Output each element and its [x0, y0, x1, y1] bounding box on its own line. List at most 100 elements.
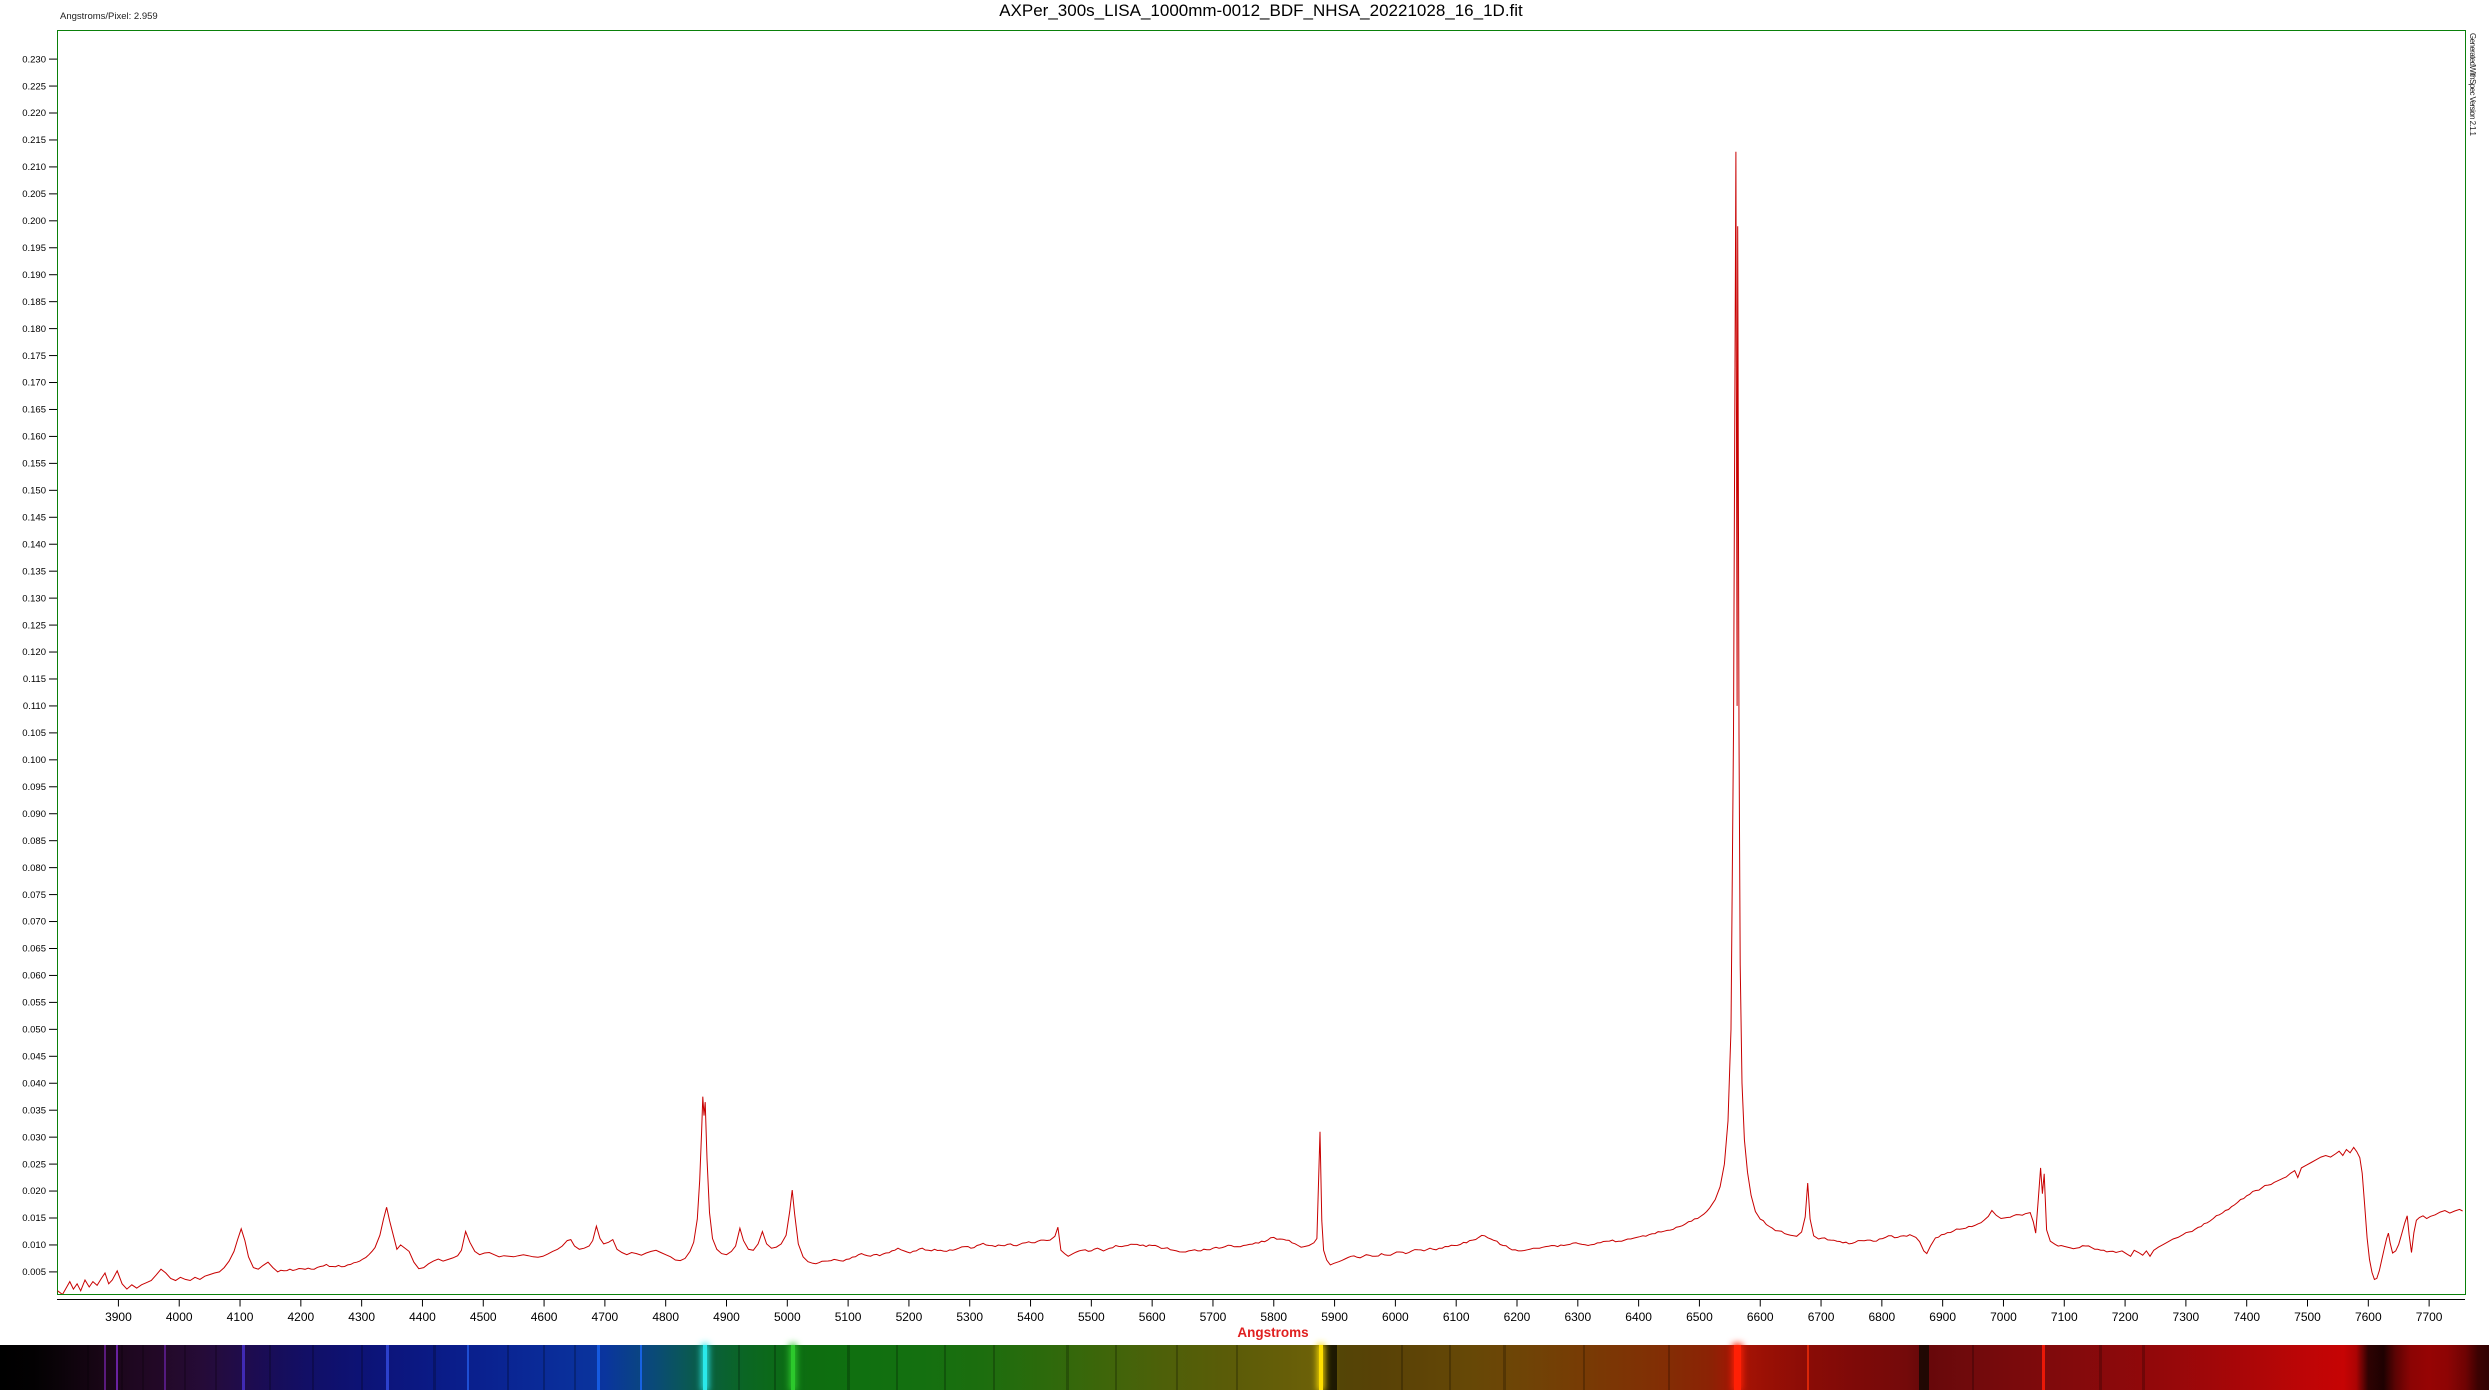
spectrum-path: [58, 152, 2463, 1295]
y-tick-label: 0.185: [22, 297, 46, 308]
x-tick-label: 6800: [1868, 1310, 1895, 1324]
x-tick-label: 4100: [227, 1310, 254, 1324]
colorbar-absorption-line: [1972, 1345, 1974, 1390]
colorbar-emission-line: [467, 1345, 469, 1390]
y-tick-label: 0.220: [22, 108, 46, 119]
x-axis-title: Angstroms: [1173, 1325, 1373, 1340]
x-tick-label: 7300: [2173, 1310, 2200, 1324]
y-tick-label: 0.040: [22, 1078, 46, 1089]
colorbar-absorption-line: [121, 1345, 123, 1390]
colorbar-absorption-line: [774, 1345, 776, 1390]
x-tick-label: 5900: [1321, 1310, 1348, 1324]
y-tick-label: 0.095: [22, 782, 46, 793]
colorbar-absorption-line: [361, 1345, 363, 1390]
x-tick-label: 5800: [1260, 1310, 1287, 1324]
colorbar-absorption-line: [2142, 1345, 2145, 1390]
y-tick-label: 0.060: [22, 971, 46, 982]
colorbar-absorption-line: [1401, 1345, 1403, 1390]
x-tick-label: 6400: [1625, 1310, 1652, 1324]
x-tick-label: 6200: [1504, 1310, 1531, 1324]
colorbar-absorption-line: [993, 1345, 995, 1390]
x-tick-label: 5200: [896, 1310, 923, 1324]
y-tick-label: 0.065: [22, 944, 46, 955]
y-tick-label: 0.170: [22, 378, 46, 389]
y-tick-label: 0.130: [22, 593, 46, 604]
y-tick-label: 0.195: [22, 243, 46, 254]
colorbar-emission-line: [1807, 1345, 1809, 1390]
x-tick-label: 7000: [1990, 1310, 2017, 1324]
colorbar-absorption-line: [2099, 1345, 2102, 1390]
x-tick-label: 4500: [470, 1310, 497, 1324]
colorbar-absorption-line: [1236, 1345, 1238, 1390]
x-tick-label: 6500: [1686, 1310, 1713, 1324]
y-tick-label: 0.230: [22, 54, 46, 65]
y-tick-label: 0.200: [22, 216, 46, 227]
y-tick-label: 0.140: [22, 539, 46, 550]
x-tick-label: 5500: [1078, 1310, 1105, 1324]
y-tick-label: 0.215: [22, 135, 46, 146]
x-tick-label: 5400: [1017, 1310, 1044, 1324]
y-tick-label: 0.070: [22, 917, 46, 928]
x-tick-label: 7700: [2416, 1310, 2443, 1324]
x-tick-label: 4900: [713, 1310, 740, 1324]
colorbar-absorption-line: [1323, 1345, 1337, 1390]
y-tick-label: 0.135: [22, 566, 46, 577]
colorbar-absorption-line: [944, 1345, 946, 1390]
colorbar-absorption-line: [269, 1345, 271, 1390]
y-tick-label: 0.150: [22, 486, 46, 497]
y-tick-label: 0.160: [22, 432, 46, 443]
y-tick-label: 0.145: [22, 512, 46, 523]
x-tick-label: 6100: [1443, 1310, 1470, 1324]
y-tick-label: 0.225: [22, 81, 46, 92]
y-tick-label: 0.125: [22, 620, 46, 631]
colorbar-absorption-line: [1668, 1345, 1670, 1390]
y-tick-label: 0.100: [22, 755, 46, 766]
colorbar-emission-line: [1734, 1345, 1741, 1390]
colorbar-absorption-line: [543, 1345, 545, 1390]
x-tick-label: 6600: [1747, 1310, 1774, 1324]
y-tick-label: 0.030: [22, 1132, 46, 1143]
x-tick-label: 7200: [2112, 1310, 2139, 1324]
y-tick-label: 0.175: [22, 351, 46, 362]
x-tick-label: 6300: [1564, 1310, 1591, 1324]
x-tick-label: 5100: [835, 1310, 862, 1324]
colorbar-absorption-line: [574, 1345, 576, 1390]
colorbar-absorption-line: [433, 1345, 436, 1390]
colorbar-absorption-line: [312, 1345, 314, 1390]
colorbar-emission-line: [2042, 1345, 2045, 1390]
colorbar-emission-line: [703, 1345, 707, 1390]
colorbar-absorption-line: [738, 1345, 740, 1390]
colorbar-absorption-line: [847, 1345, 850, 1390]
colorbar-emission-line: [386, 1345, 389, 1390]
x-tick-label: 3900: [105, 1310, 132, 1324]
plot-border: [58, 31, 2466, 1295]
y-tick-label: 0.090: [22, 809, 46, 820]
x-tick-label: 4200: [287, 1310, 314, 1324]
colorbar-absorption-line: [142, 1345, 144, 1390]
colorbar-absorption-line: [1115, 1345, 1117, 1390]
colorbar-absorption-line: [1503, 1345, 1506, 1390]
y-tick-label: 0.025: [22, 1159, 46, 1170]
colorbar-emission-line: [640, 1345, 642, 1390]
y-tick-label: 0.050: [22, 1025, 46, 1036]
y-tick-label: 0.190: [22, 270, 46, 281]
x-tick-label: 6900: [1929, 1310, 1956, 1324]
x-tick-label: 5300: [956, 1310, 983, 1324]
x-tick-label: 4400: [409, 1310, 436, 1324]
colorbar-absorption-line: [507, 1345, 509, 1390]
colorbar-absorption-line: [1449, 1345, 1451, 1390]
y-tick-label: 0.165: [22, 405, 46, 416]
x-tick-label: 6000: [1382, 1310, 1409, 1324]
colorbar-emission-line: [597, 1345, 600, 1390]
spectrum-plot[interactable]: 0.2300.2250.2200.2150.2100.2050.2000.195…: [0, 0, 2489, 1345]
y-tick-label: 0.080: [22, 863, 46, 874]
x-tick-label: 7500: [2294, 1310, 2321, 1324]
y-tick-label: 0.055: [22, 998, 46, 1009]
colorbar-absorption-line: [896, 1345, 898, 1390]
y-tick-label: 0.045: [22, 1051, 46, 1062]
y-tick-label: 0.210: [22, 162, 46, 173]
y-tick-label: 0.155: [22, 459, 46, 470]
colorbar-absorption-line: [1176, 1345, 1178, 1390]
colorbar-absorption-line: [87, 1345, 89, 1390]
x-tick-label: 5600: [1139, 1310, 1166, 1324]
